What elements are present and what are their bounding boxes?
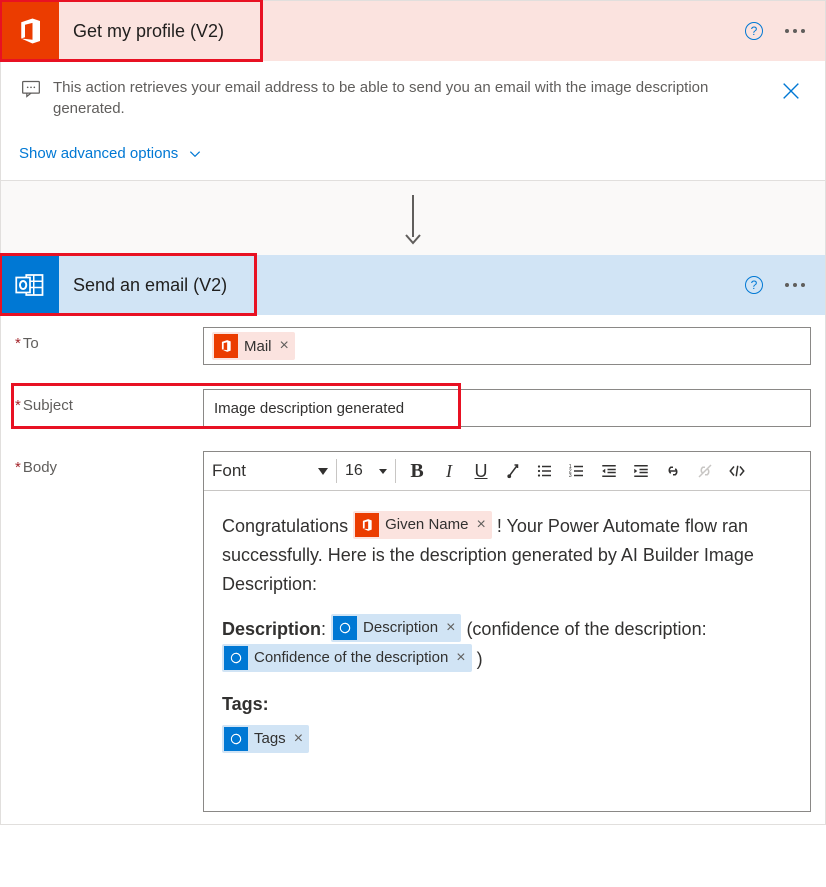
advanced-link-label: Show advanced options (19, 145, 178, 162)
unlink-button (690, 456, 720, 486)
subject-input[interactable]: Image description generated (203, 389, 811, 427)
link-button[interactable] (658, 456, 688, 486)
more-menu-icon[interactable] (785, 29, 805, 33)
office-icon-tile (1, 1, 59, 61)
token-remove-icon[interactable]: × (476, 517, 485, 533)
font-size-select[interactable]: 16 (343, 458, 389, 484)
show-advanced-options-link[interactable]: Show advanced options (1, 133, 825, 180)
svg-text:3: 3 (569, 473, 572, 479)
label-to: *To (15, 327, 195, 352)
action-header-email[interactable]: Send an email (V2) ? (1, 255, 825, 315)
token-remove-icon[interactable]: × (456, 650, 465, 666)
ai-builder-icon (333, 616, 357, 640)
label-body: *Body (15, 451, 195, 476)
outdent-button[interactable] (594, 456, 624, 486)
token-label: Description (363, 616, 438, 640)
token-label: Tags (254, 727, 286, 751)
chevron-down-icon (188, 147, 202, 161)
flow-connector-arrow (0, 181, 826, 255)
body-text: Congratulations (222, 516, 353, 536)
office-icon (214, 334, 238, 358)
token-label: Given Name (385, 513, 468, 537)
help-icon[interactable]: ? (745, 22, 763, 40)
font-family-select[interactable]: Font (210, 457, 330, 485)
number-list-button[interactable]: 123 (562, 456, 592, 486)
office-icon (355, 513, 379, 537)
outlook-icon (15, 270, 45, 300)
bullet-list-button[interactable] (530, 456, 560, 486)
outlook-icon-tile (1, 255, 59, 315)
token-given-name[interactable]: Given Name × (353, 511, 492, 539)
action-title-email: Send an email (V2) (59, 275, 745, 296)
caret-down-icon (379, 469, 387, 474)
action-header-profile[interactable]: Get my profile (V2) ? (1, 1, 825, 61)
close-icon[interactable] (777, 77, 805, 105)
token-mail[interactable]: Mail × (212, 332, 295, 360)
bold-button[interactable]: B (402, 456, 432, 486)
italic-button[interactable]: I (434, 456, 464, 486)
rte-toolbar: Font 16 B I U (204, 452, 810, 491)
token-label: Confidence of the description (254, 646, 448, 670)
token-remove-icon[interactable]: × (446, 620, 455, 636)
token-remove-icon[interactable]: × (294, 731, 303, 747)
office-icon (15, 16, 45, 46)
font-color-button[interactable] (498, 456, 528, 486)
label-subject: *Subject (15, 389, 195, 414)
caret-down-icon (318, 468, 328, 475)
help-icon[interactable]: ? (745, 276, 763, 294)
info-row: This action retrieves your email address… (1, 61, 825, 133)
email-form: *To Mail × *Subject Image descrip (1, 315, 825, 824)
code-view-button[interactable] (722, 456, 752, 486)
description-label: Description (222, 619, 321, 639)
underline-button[interactable]: U (466, 456, 496, 486)
body-text: (confidence of the description: (466, 619, 706, 639)
action-get-my-profile: Get my profile (V2) ? This action retrie… (0, 0, 826, 181)
token-label: Mail (244, 338, 272, 355)
body-content[interactable]: Congratulations Given Name × ! Your Powe… (204, 491, 810, 811)
info-text: This action retrieves your email address… (53, 77, 765, 119)
subject-value: Image description generated (214, 400, 404, 417)
action-send-email: Send an email (V2) ? *To Mail × (0, 255, 826, 825)
token-description[interactable]: Description × (331, 614, 461, 642)
ai-builder-icon (224, 727, 248, 751)
indent-button[interactable] (626, 456, 656, 486)
token-remove-icon[interactable]: × (280, 338, 289, 354)
comment-icon (21, 79, 41, 99)
tags-label: Tags: (222, 694, 269, 714)
action-title-profile: Get my profile (V2) (59, 21, 745, 42)
token-confidence[interactable]: Confidence of the description × (222, 644, 472, 672)
token-tags[interactable]: Tags × (222, 725, 309, 753)
more-menu-icon[interactable] (785, 283, 805, 287)
row-to: *To Mail × (1, 315, 825, 377)
row-subject: *Subject Image description generated (1, 377, 825, 439)
body-editor: Font 16 B I U (203, 451, 811, 812)
to-input[interactable]: Mail × (203, 327, 811, 365)
row-body: *Body Font 16 B I U (1, 439, 825, 824)
body-text: ) (477, 649, 483, 669)
ai-builder-icon (224, 646, 248, 670)
